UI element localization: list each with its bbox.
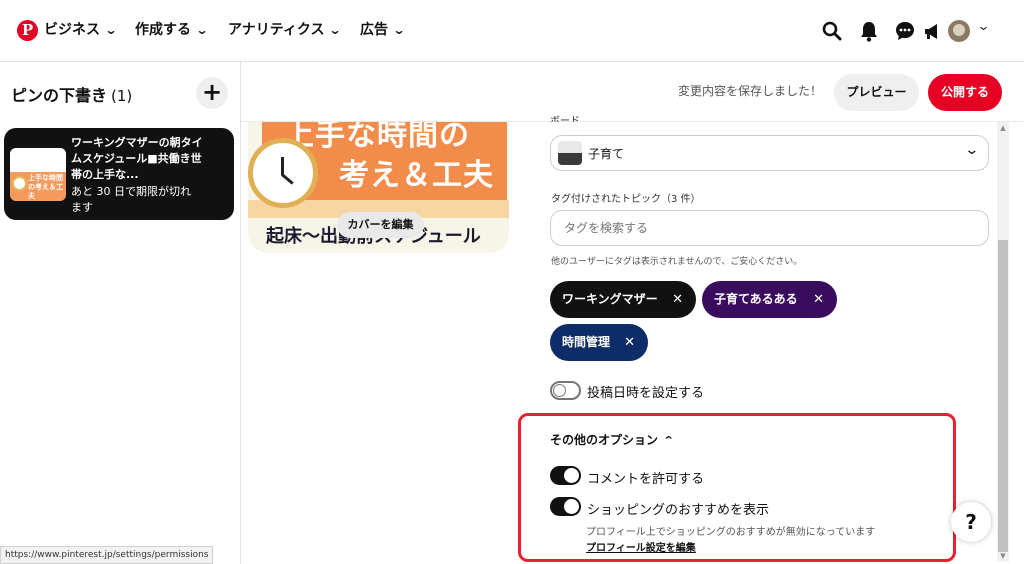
- publish-button[interactable]: 公開する: [928, 74, 1002, 111]
- draft-expiry: あと 30 日で期限が切れます: [71, 185, 191, 214]
- clock-image: [248, 138, 318, 208]
- draft-card[interactable]: 上手な時間の考え＆工夫 ワーキングマザーの朝タイムスケジュール■共働き世帯の上手…: [4, 128, 234, 220]
- clock-image: [12, 176, 27, 191]
- preview-button[interactable]: プレビュー: [834, 74, 919, 111]
- tag-chip[interactable]: 時間管理 ✕: [550, 324, 648, 361]
- close-icon[interactable]: ✕: [672, 281, 683, 318]
- draft-thumbnail: 上手な時間の考え＆工夫: [10, 148, 66, 201]
- pin-image-text-middle: 考え＆工夫: [339, 158, 494, 193]
- shopping-toggle[interactable]: [550, 497, 581, 516]
- shopping-label: ショッピングのおすすめを表示: [587, 503, 770, 518]
- schedule-label: 投稿日時を設定する: [587, 386, 705, 401]
- pin-action-bar: 変更内容を保存しました！ プレビュー 公開する: [241, 62, 1024, 122]
- close-icon[interactable]: ✕: [813, 281, 824, 318]
- chevron-down-icon: ⌄: [104, 23, 118, 37]
- nav-business[interactable]: ビジネス ⌄: [44, 20, 118, 41]
- add-draft-button[interactable]: +: [196, 77, 228, 109]
- nav-analytics-label: アナリティクス: [228, 22, 325, 38]
- scroll-up-icon[interactable]: ▲: [999, 124, 1007, 132]
- top-navigation: P ビジネス ⌄ 作成する ⌄ アナリティクス ⌄ 広告 ⌄ ⌄: [0, 0, 1024, 62]
- comments-toggle[interactable]: [550, 466, 581, 485]
- tag-chip-label: ワーキングマザー: [562, 292, 658, 306]
- tag-search-input[interactable]: [550, 210, 989, 246]
- nav-create[interactable]: 作成する ⌄: [135, 20, 209, 41]
- chevron-down-icon: ⌄: [964, 142, 980, 158]
- search-icon[interactable]: [819, 18, 845, 44]
- board-thumbnail: [558, 141, 582, 165]
- account-chevron-down-icon[interactable]: ⌄: [976, 19, 990, 34]
- pinterest-logo[interactable]: P: [17, 20, 38, 41]
- megaphone-icon[interactable]: [920, 18, 946, 44]
- nav-ads-label: 広告: [360, 22, 388, 38]
- drafts-panel: ピンの下書き (1) + 上手な時間の考え＆工夫 ワーキングマザーの朝タイムスケジ…: [0, 62, 241, 564]
- close-icon[interactable]: ✕: [624, 324, 635, 361]
- comments-label: コメントを許可する: [587, 472, 705, 487]
- drafts-title-label: ピンの下書き: [11, 86, 108, 105]
- edit-cover-button[interactable]: カバーを編集: [337, 212, 424, 238]
- options-toggle[interactable]: その他のオプション ⌃: [550, 431, 675, 448]
- shopping-note: プロフィール上でショッピングのおすすめが無効になっています: [586, 527, 876, 538]
- scrollbar[interactable]: ▲ ▼: [997, 122, 1009, 562]
- board-value: 子育て: [588, 147, 625, 161]
- drafts-title: ピンの下書き (1): [11, 82, 132, 106]
- chevron-down-icon: ⌄: [328, 23, 343, 37]
- edit-profile-settings-link[interactable]: プロフィール設定を編集: [586, 539, 696, 554]
- scroll-down-icon[interactable]: ▼: [999, 552, 1007, 560]
- tag-chip[interactable]: 子育てあるある ✕: [702, 281, 837, 318]
- chevron-up-icon: ⌃: [662, 434, 675, 447]
- help-button[interactable]: ?: [951, 502, 991, 542]
- draft-thumbnail-text: 上手な時間の考え＆工夫: [28, 174, 63, 200]
- chevron-down-icon: ⌄: [195, 23, 209, 37]
- options-title: その他のオプション: [550, 433, 659, 447]
- tag-note: 他のユーザーにタグは表示されませんので、ご安心ください。: [551, 257, 803, 267]
- draft-title: ワーキングマザーの朝タイムスケジュール■共働き世帯の上手な...: [71, 136, 203, 181]
- nav-business-label: ビジネス: [44, 22, 100, 38]
- board-select[interactable]: 子育て ⌄: [550, 135, 989, 171]
- bell-icon[interactable]: [856, 18, 882, 44]
- chat-icon[interactable]: [892, 18, 918, 44]
- drafts-count: (1): [111, 87, 133, 105]
- saved-message: 変更内容を保存しました！: [678, 84, 823, 98]
- tag-chip-label: 子育てあるある: [714, 292, 798, 306]
- board-label: ボード: [550, 116, 580, 122]
- topics-label: タグ付けされたトピック（3 件）: [551, 194, 701, 205]
- avatar[interactable]: [948, 20, 970, 42]
- tag-chip[interactable]: ワーキングマザー ✕: [550, 281, 696, 318]
- schedule-toggle[interactable]: [550, 381, 581, 400]
- status-bar-url: https://www.pinterest.jp/settings/permis…: [0, 546, 214, 564]
- nav-create-label: 作成する: [135, 22, 191, 38]
- chevron-down-icon: ⌄: [392, 23, 406, 37]
- tag-chip-label: 時間管理: [562, 335, 611, 349]
- nav-analytics[interactable]: アナリティクス ⌄: [228, 20, 343, 41]
- nav-ads[interactable]: 広告 ⌄: [360, 20, 406, 41]
- scroll-thumb[interactable]: [998, 240, 1008, 552]
